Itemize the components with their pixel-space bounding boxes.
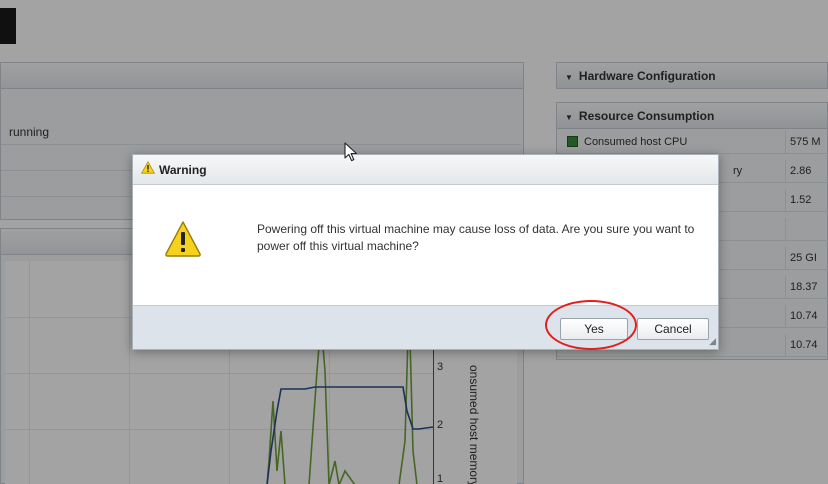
resource-value: 575 M: [785, 131, 828, 153]
cancel-button[interactable]: Cancel: [637, 318, 709, 340]
collapse-caret-icon[interactable]: ▼: [565, 113, 573, 122]
y-tick-label: 1: [437, 473, 444, 484]
series-blue-line: [266, 386, 434, 484]
resource-value: 25 GI: [785, 247, 828, 269]
hardware-configuration-header[interactable]: ▼ Hardware Configuration: [557, 63, 827, 89]
resource-value: 1.52: [785, 189, 828, 211]
y-tick-label: 3: [437, 361, 444, 373]
resource-consumption-header[interactable]: ▼ Resource Consumption: [557, 103, 827, 129]
resource-value: 2.86: [785, 160, 828, 182]
resource-value: 10.74: [785, 334, 828, 356]
dialog-message: Powering off this virtual machine may ca…: [257, 222, 695, 253]
y-axis-title: onsumed host memory: [467, 365, 481, 484]
header-block: [0, 8, 16, 44]
resource-label: ry: [733, 165, 743, 177]
dialog-title-bar[interactable]: Warning: [133, 155, 718, 185]
hardware-configuration-panel: ▼ Hardware Configuration: [556, 62, 828, 89]
power-state-row: running: [1, 119, 521, 145]
resource-consumption-title: Resource Consumption: [578, 109, 715, 123]
warning-icon: [163, 219, 203, 262]
mouse-cursor-icon: [344, 142, 357, 162]
resource-value: 18.37: [785, 276, 828, 298]
resource-row: Consumed host CPU 575 M: [557, 131, 828, 154]
cpu-icon: [567, 135, 578, 147]
resource-label: Consumed host CPU: [584, 136, 688, 148]
warning-icon: [140, 155, 156, 185]
summary-panel-header[interactable]: [1, 63, 523, 89]
power-state-text: running: [9, 125, 50, 139]
resource-value: 10.74: [785, 305, 828, 327]
y-tick-label: 2: [437, 419, 444, 431]
resize-grip-icon[interactable]: ◢: [709, 336, 716, 347]
highlight-ring: [545, 300, 637, 350]
dialog-title: Warning: [159, 163, 207, 177]
collapse-caret-icon[interactable]: ▼: [565, 73, 573, 82]
hardware-configuration-title: Hardware Configuration: [578, 69, 716, 83]
dialog-body: Powering off this virtual machine may ca…: [133, 185, 718, 305]
resource-value: [785, 218, 828, 240]
